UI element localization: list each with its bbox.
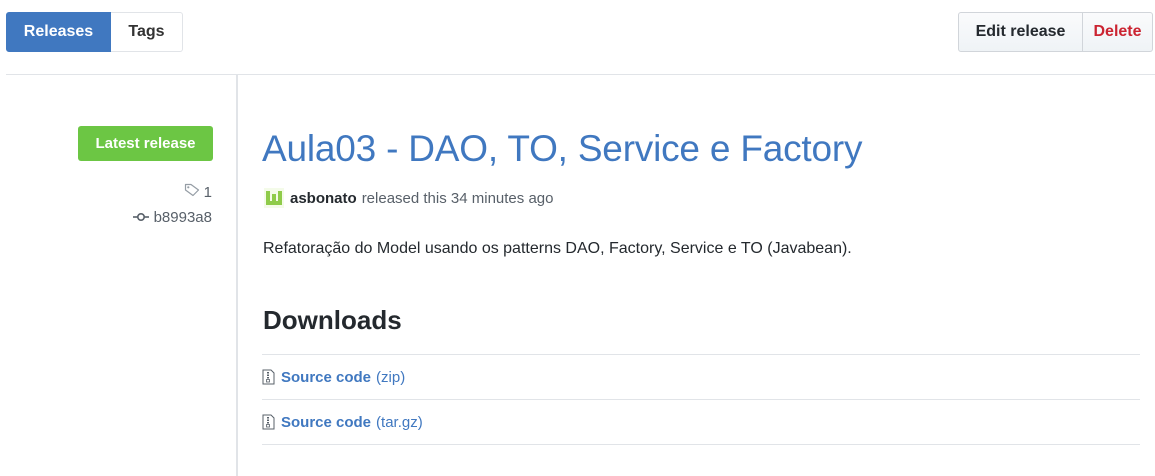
download-label: Source code — [281, 368, 372, 386]
download-zip[interactable]: Source code (zip) — [262, 355, 1140, 400]
latest-release-badge: Latest release — [78, 126, 213, 161]
downloads-list: Source code (zip) Source code (tar.gz) — [262, 354, 1140, 445]
release-meta: Latest release 1 b8993a8 — [0, 75, 238, 476]
tag-count-value: 1 — [203, 183, 212, 201]
release-title[interactable]: Aula03 - DAO, TO, Service e Factory — [262, 128, 863, 170]
file-zip-icon — [262, 414, 275, 430]
releases-tab[interactable]: Releases — [6, 12, 111, 52]
delete-release-button[interactable]: Delete — [1083, 12, 1153, 52]
edit-release-button[interactable]: Edit release — [958, 12, 1083, 52]
release-author-row: asbonato released this 34 minutes ago — [264, 188, 553, 208]
download-label: Source code — [281, 413, 372, 431]
tag-icon — [184, 183, 200, 201]
tags-tab[interactable]: Tags — [111, 12, 183, 52]
commit-icon — [132, 209, 149, 226]
file-zip-icon — [262, 369, 275, 385]
commit-link[interactable]: b8993a8 — [132, 209, 212, 226]
tag-count[interactable]: 1 — [184, 183, 212, 201]
avatar[interactable] — [264, 188, 284, 208]
release-subnav: Releases Tags — [6, 12, 183, 52]
release-actions: Edit release Delete — [958, 12, 1153, 52]
downloads-heading: Downloads — [263, 305, 402, 335]
release-description: Refatoração do Model usando os patterns … — [263, 240, 852, 257]
download-format: (zip) — [376, 368, 406, 386]
released-time: released this 34 minutes ago — [361, 189, 554, 207]
commit-sha: b8993a8 — [153, 209, 212, 226]
download-format: (tar.gz) — [376, 413, 423, 431]
author-link[interactable]: asbonato — [290, 190, 357, 207]
download-tar-gz[interactable]: Source code (tar.gz) — [262, 400, 1140, 445]
